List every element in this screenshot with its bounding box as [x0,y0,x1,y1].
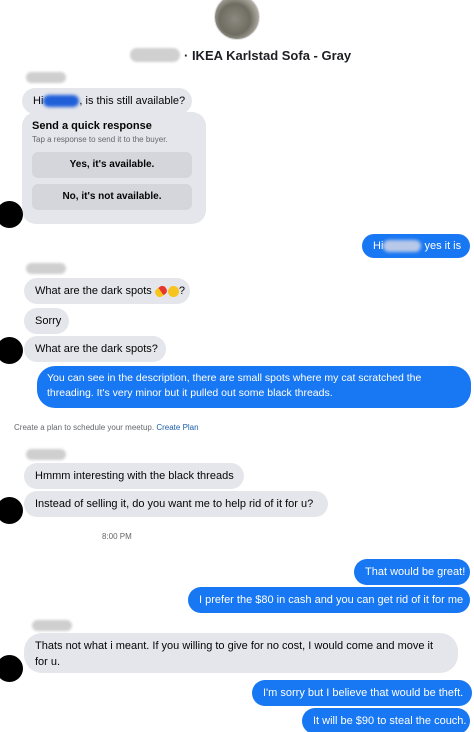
message-text: ? [178,285,185,297]
quick-response-title: Send a quick response [32,120,152,132]
message-text: You can see in the description, there ar… [47,372,422,399]
message-text: Thats not what i meant. If you willing t… [35,640,434,668]
meetup-plan-text: Create a plan to schedule your meetup. [14,423,155,432]
redacted-name [383,240,422,253]
message-bubble-incoming[interactable]: Thats not what i meant. If you willing t… [24,633,458,673]
redacted-name [130,48,180,62]
redacted-sender-name [26,263,66,274]
message-bubble-outgoing[interactable]: Hi yes it is [362,234,470,258]
message-bubble-outgoing[interactable]: That would be great! [354,559,470,585]
message-text: , is this still available? [79,95,186,107]
redacted-avatar [0,497,23,524]
meetup-plan-prompt: Create a plan to schedule your meetup. C… [14,423,199,432]
message-timestamp: 8:00 PM [102,532,132,541]
message-text: What are the dark spots [35,285,152,297]
redacted-avatar [0,201,23,228]
seller-avatar[interactable] [214,0,260,40]
listing-title[interactable]: · IKEA Karlstad Sofa - Gray [130,45,370,65]
message-text: yes it is [424,240,462,252]
quick-response-yes-button[interactable]: Yes, it's available. [32,152,192,178]
message-bubble-incoming[interactable]: Hi , is this still available? [22,88,192,114]
message-text: What are the dark spots? [35,343,158,355]
message-bubble-outgoing[interactable]: I'm sorry but I believe that would be th… [252,680,472,706]
message-text: Hi [33,95,44,107]
message-bubble-incoming[interactable]: Sorry [24,308,69,334]
message-text: I'm sorry but I believe that would be th… [263,687,464,699]
message-bubble-incoming[interactable]: Hmmm interesting with the black threads [24,463,244,489]
message-bubble-incoming[interactable]: Instead of selling it, do you want me to… [24,491,328,517]
message-text: Hmmm interesting with the black threads [35,470,234,482]
redacted-avatar [0,337,23,364]
listing-title-text: · IKEA Karlstad Sofa - Gray [184,47,352,63]
redacted-name [43,95,80,108]
message-bubble-outgoing[interactable]: You can see in the description, there ar… [37,366,471,408]
message-bubble-outgoing[interactable]: I prefer the $80 in cash and you can get… [188,587,470,613]
message-text: Hi [373,240,384,252]
message-bubble-incoming[interactable]: What are the dark spots? [24,336,166,362]
create-plan-link[interactable]: Create Plan [156,423,198,432]
redacted-sender-name [32,620,72,631]
quick-response-subtitle: Tap a response to send it to the buyer. [32,135,168,144]
face-emoji-icon [167,285,179,297]
message-text: Instead of selling it, do you want me to… [35,498,314,510]
message-text: I prefer the $80 in cash and you can get… [199,594,464,606]
quick-response-no-button[interactable]: No, it's not available. [32,184,192,210]
message-text: That would be great! [365,566,466,578]
message-text: Sorry [35,315,62,327]
message-text: It will be $90 to steal the couch. [313,715,467,727]
quick-response-card: Send a quick response Tap a response to … [22,112,206,224]
message-bubble-incoming[interactable]: What are the dark spots ? [24,278,190,304]
redacted-sender-name [26,449,66,460]
redacted-avatar [0,655,23,682]
redacted-sender-name [26,72,66,83]
pill-emoji-icon [153,283,169,299]
message-bubble-outgoing[interactable]: It will be $90 to steal the couch. [302,708,470,732]
